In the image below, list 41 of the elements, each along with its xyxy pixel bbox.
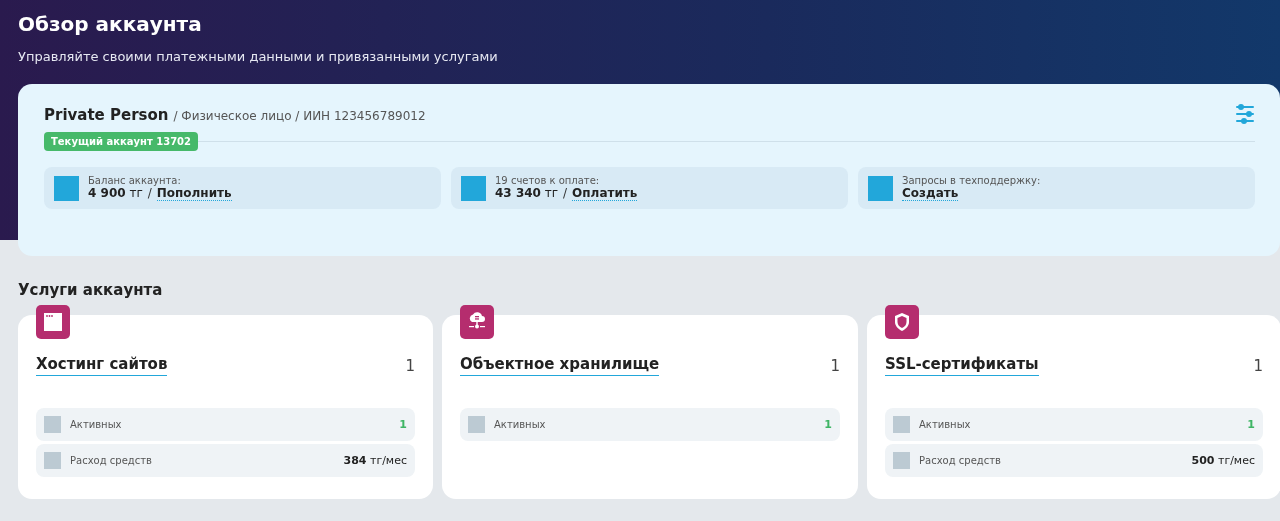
service-count: 1 (830, 356, 840, 375)
settings-icon[interactable] (1235, 104, 1255, 124)
service-count: 1 (405, 356, 415, 375)
service-link[interactable]: Объектное хранилище (460, 355, 660, 376)
account-details: / Физическое лицо / ИИН 123456789012 (173, 108, 426, 123)
service-link[interactable]: SSL-сертификаты (885, 355, 1039, 376)
metric-value: 1 (1247, 418, 1255, 431)
metric-icon (468, 416, 485, 433)
account-name: Private Person (44, 105, 169, 124)
stat-label: Запросы в техподдержку: (902, 175, 1041, 186)
current-account-badge: Текущий аккаунт 13702 (44, 132, 199, 151)
action-link[interactable]: Оплатить (572, 186, 638, 201)
metric-icon (893, 452, 910, 469)
metric-value: 384 тг/мес (343, 454, 407, 467)
metric-icon (44, 452, 61, 469)
action-link[interactable]: Пополнить (156, 186, 232, 201)
stat-icon (868, 175, 893, 201)
metric-label: Активных (70, 419, 123, 430)
service-link[interactable]: Хостинг сайтов (36, 355, 168, 376)
stat-label: 19 счетов к оплате: (495, 175, 601, 186)
separator: / (147, 186, 152, 200)
metric-label: Расход средств (70, 455, 153, 466)
stat-icon (54, 175, 79, 201)
metric-value: 1 (824, 418, 832, 431)
metric-icon (893, 416, 910, 433)
stat-icon (461, 175, 486, 201)
service-count: 1 (1253, 356, 1263, 375)
page-title: Обзор аккаунта (18, 11, 203, 38)
metric-label: Активных (494, 419, 547, 430)
section-title: Услуги аккаунта (18, 280, 164, 301)
metric-value: 1 (399, 418, 407, 431)
stat-amount: 43 340 тг (495, 186, 559, 200)
action-link[interactable]: Создать (902, 186, 959, 201)
stat-label: Баланс аккаунта: (88, 175, 182, 186)
page-subtitle: Управляйте своими платежными данными и привязанными услугами (18, 48, 499, 66)
separator: / (563, 186, 568, 200)
metric-value: 500 тг/мес (1191, 454, 1255, 467)
metric-icon (44, 416, 61, 433)
metric-label: Расход средств (919, 455, 1002, 466)
metric-label: Активных (919, 419, 972, 430)
stat-amount: 4 900 тг (88, 186, 143, 200)
